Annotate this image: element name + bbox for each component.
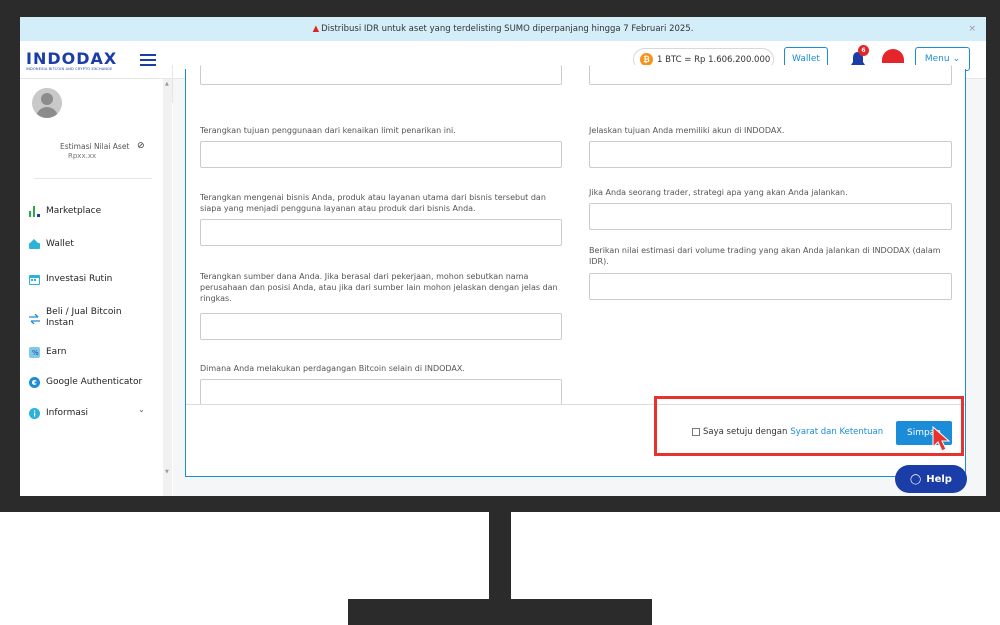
text-field-volume-trading[interactable] [589, 273, 952, 300]
monitor-stand-neck [489, 512, 511, 600]
calendar-icon [28, 273, 40, 285]
form-footer [186, 404, 965, 476]
text-field-bisnis[interactable] [200, 219, 562, 246]
scroll-down-arrow-icon[interactable]: ▼ [165, 469, 169, 475]
question-label: Terangkan tujuan penggunaan dari kenaika… [200, 126, 456, 135]
estimasi-label: Estimasi Nilai Aset [60, 142, 130, 151]
sidebar-item-label: Marketplace [46, 206, 102, 216]
screen: ▲ Distribusi IDR untuk aset yang terdelis… [20, 17, 986, 496]
sidebar-item-wallet[interactable]: Wallet [28, 238, 158, 250]
sidebar-item-beli-jual[interactable]: Beli / Jual Bitcoin Instan [28, 307, 158, 329]
text-field-previous-right[interactable] [589, 65, 952, 85]
help-button[interactable]: ◯ Help [895, 465, 967, 493]
sidebar-item-label: Google Authenticator [46, 377, 143, 387]
chart-bars-icon [28, 205, 40, 217]
indonesia-flag-icon[interactable] [882, 49, 904, 63]
cursor-arrow-icon [932, 425, 951, 452]
question-label: Berikan nilai estimasi dari volume tradi… [589, 246, 941, 266]
monitor-stand-base [348, 599, 652, 625]
sidebar-item-label: Investasi Rutin [46, 274, 113, 284]
terms-link[interactable]: Syarat dan Ketentuan [790, 427, 883, 437]
banner-close-icon[interactable]: × [968, 17, 976, 41]
sidebar-scrollbar[interactable] [163, 79, 172, 496]
text-field-perdagangan-lain[interactable] [200, 379, 562, 406]
megaphone-icon: ▲ [312, 24, 320, 34]
chevron-down-icon[interactable]: ⌄ [138, 405, 145, 414]
sidebar-item-label: Earn [46, 347, 67, 357]
notification-badge: 6 [858, 45, 869, 56]
svg-text:%: % [32, 349, 39, 357]
sidebar: ▲ ▼ Estimasi Nilai Aset ⊘ Rpxx.xx Market… [20, 79, 172, 496]
text-field-sumber-dana[interactable] [200, 313, 562, 340]
btc-price-text: 1 BTC = Rp 1.606.200.000 [657, 54, 771, 65]
question-label: Dimana Anda melakukan perdagangan Bitcoi… [200, 364, 465, 373]
sidebar-item-label: Informasi [46, 408, 89, 418]
sidebar-item-earn[interactable]: % Earn [28, 346, 158, 358]
banner-text: Distribusi IDR untuk aset yang terdelist… [321, 24, 694, 34]
hamburger-menu-icon[interactable] [140, 54, 156, 66]
question-label: Jika Anda seorang trader, strategi apa y… [589, 188, 848, 197]
indodax-logo[interactable]: INDODAX INDONESIA BITCOIN AND CRYPTO EXC… [26, 49, 146, 73]
avatar[interactable] [32, 88, 62, 118]
help-label: Help [926, 473, 952, 485]
sidebar-item-google-authenticator[interactable]: Google Authenticator [28, 376, 158, 388]
estimasi-value: Rpxx.xx [68, 152, 97, 160]
menu-label: Menu [924, 54, 950, 64]
announcement-banner: ▲ Distribusi IDR untuk aset yang terdelis… [20, 17, 986, 41]
sidebar-item-label: Wallet [46, 239, 74, 249]
question-label: Terangkan sumber dana Anda. Jika berasal… [200, 272, 558, 303]
scroll-up-arrow-icon[interactable]: ▲ [165, 81, 169, 87]
agreement-text: Saya setuju dengan [703, 427, 788, 437]
earn-icon: % [28, 346, 40, 358]
question-label: Terangkan mengenai bisnis Anda, produk a… [200, 193, 546, 213]
swap-arrows-icon [28, 313, 40, 325]
sidebar-item-marketplace[interactable]: Marketplace [28, 205, 158, 217]
sidebar-item-investasi-rutin[interactable]: Investasi Rutin [28, 273, 158, 285]
question-label: Jelaskan tujuan Anda memiliki akun di IN… [589, 126, 785, 135]
google-icon [28, 376, 40, 388]
sidebar-item-label: Beli / Jual Bitcoin Instan [46, 307, 122, 328]
agreement-checkbox[interactable] [692, 428, 700, 436]
info-icon [28, 407, 40, 419]
text-field-tujuan-akun[interactable] [589, 141, 952, 168]
chat-bubble-icon: ◯ [910, 473, 922, 485]
text-field-tujuan-limit[interactable] [200, 141, 562, 168]
chevron-down-icon: ⌄ [952, 54, 961, 64]
divider [34, 178, 152, 179]
agreement-checkbox-row[interactable]: Saya setuju dengan Syarat dan Ketentuan [692, 427, 883, 437]
text-field-strategi[interactable] [589, 203, 952, 230]
text-field-previous-left[interactable] [200, 65, 562, 85]
form-card: Terangkan tujuan penggunaan dari kenaika… [185, 65, 966, 477]
eye-off-icon[interactable]: ⊘ [137, 141, 145, 151]
wallet-icon [28, 238, 40, 250]
